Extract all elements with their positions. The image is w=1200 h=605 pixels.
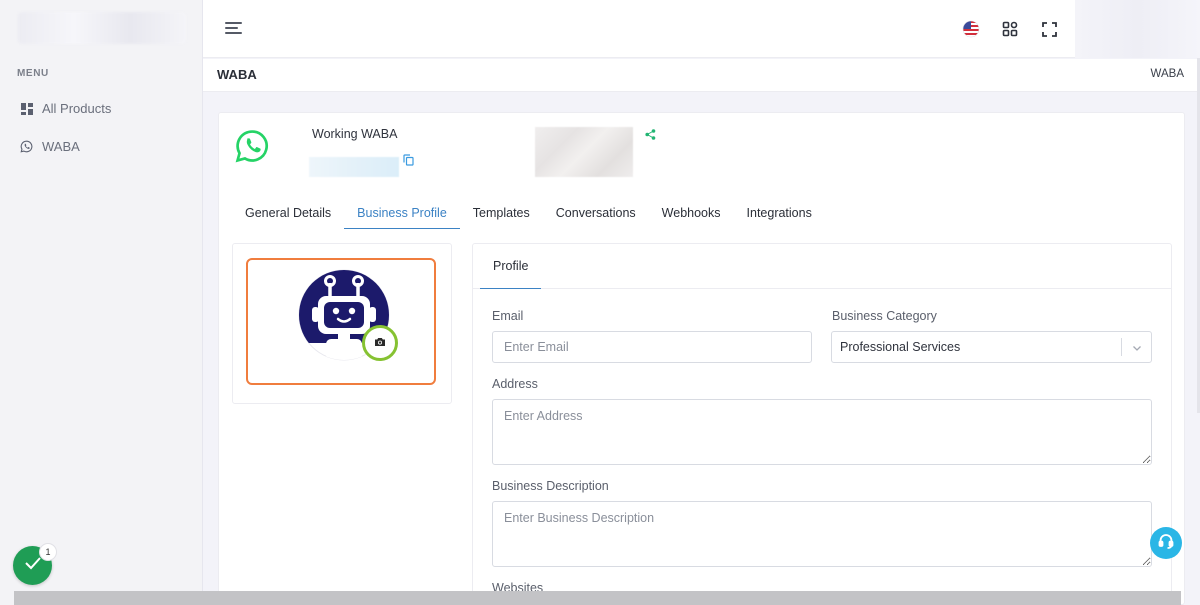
business-category-label: Business Category bbox=[832, 309, 937, 323]
whatsapp-logo-icon bbox=[235, 129, 269, 163]
copy-icon[interactable] bbox=[403, 153, 415, 166]
apps-grid-icon[interactable] bbox=[999, 18, 1021, 40]
redacted-qr-code bbox=[535, 127, 633, 177]
tab-webhooks[interactable]: Webhooks bbox=[649, 199, 734, 229]
business-description-label: Business Description bbox=[492, 479, 609, 493]
sidebar-item-label: All Products bbox=[42, 101, 112, 116]
chevron-down-icon bbox=[1131, 341, 1143, 353]
tab-integrations[interactable]: Integrations bbox=[734, 199, 825, 229]
redacted-phone-number bbox=[309, 157, 399, 177]
camera-icon bbox=[374, 334, 386, 352]
grid-icon bbox=[20, 102, 33, 115]
page-title: WABA bbox=[217, 67, 257, 82]
brand-logo[interactable] bbox=[18, 12, 186, 44]
email-input[interactable] bbox=[492, 331, 812, 363]
profile-form-panel: Profile Email Business Category Professi… bbox=[472, 243, 1172, 605]
profile-tabbar: Profile bbox=[473, 244, 1171, 289]
headset-icon bbox=[1157, 532, 1175, 555]
address-input[interactable] bbox=[492, 399, 1152, 465]
fullscreen-icon[interactable] bbox=[1038, 18, 1060, 40]
whatsapp-icon bbox=[20, 140, 33, 153]
business-category-select[interactable]: Professional Services bbox=[831, 331, 1152, 363]
tab-profile[interactable]: Profile bbox=[480, 244, 542, 289]
breadcrumb: WABA bbox=[1150, 68, 1184, 80]
sidebar-item-label: WABA bbox=[42, 139, 80, 154]
page-title-bar: WABA WABA bbox=[203, 59, 1200, 92]
waba-card: Working WABA General Details Business Pr… bbox=[218, 112, 1185, 605]
user-profile-menu[interactable] bbox=[1075, 0, 1200, 58]
waba-tabs: General Details Business Profile Templat… bbox=[232, 199, 825, 229]
address-label: Address bbox=[492, 377, 538, 391]
sidebar-item-all-products[interactable]: All Products bbox=[20, 101, 111, 116]
change-photo-button[interactable] bbox=[362, 325, 398, 361]
account-name: Working WABA bbox=[312, 127, 398, 141]
hamburger-menu-icon[interactable] bbox=[225, 20, 245, 36]
us-flag-icon[interactable] bbox=[960, 18, 982, 40]
avatar-panel bbox=[232, 243, 452, 404]
share-icon[interactable] bbox=[645, 127, 656, 140]
business-description-input[interactable] bbox=[492, 501, 1152, 567]
support-chat-button[interactable] bbox=[1150, 527, 1182, 559]
select-separator bbox=[1121, 338, 1122, 356]
tab-templates[interactable]: Templates bbox=[460, 199, 543, 229]
notification-count-badge: 1 bbox=[39, 543, 57, 561]
tab-general-details[interactable]: General Details bbox=[232, 199, 344, 229]
email-label: Email bbox=[492, 309, 524, 323]
menu-title: MENU bbox=[17, 68, 49, 79]
sidebar: MENU All Products WABA bbox=[0, 0, 203, 605]
topbar-actions bbox=[960, 18, 1060, 40]
horizontal-scrollbar[interactable] bbox=[14, 591, 1181, 605]
checkmark-icon bbox=[24, 556, 42, 575]
sidebar-item-waba[interactable]: WABA bbox=[20, 139, 80, 154]
tab-conversations[interactable]: Conversations bbox=[543, 199, 649, 229]
tab-business-profile[interactable]: Business Profile bbox=[344, 199, 460, 229]
topbar bbox=[203, 0, 1200, 58]
profile-picture-frame bbox=[246, 258, 436, 385]
business-category-value: Professional Services bbox=[840, 340, 961, 354]
